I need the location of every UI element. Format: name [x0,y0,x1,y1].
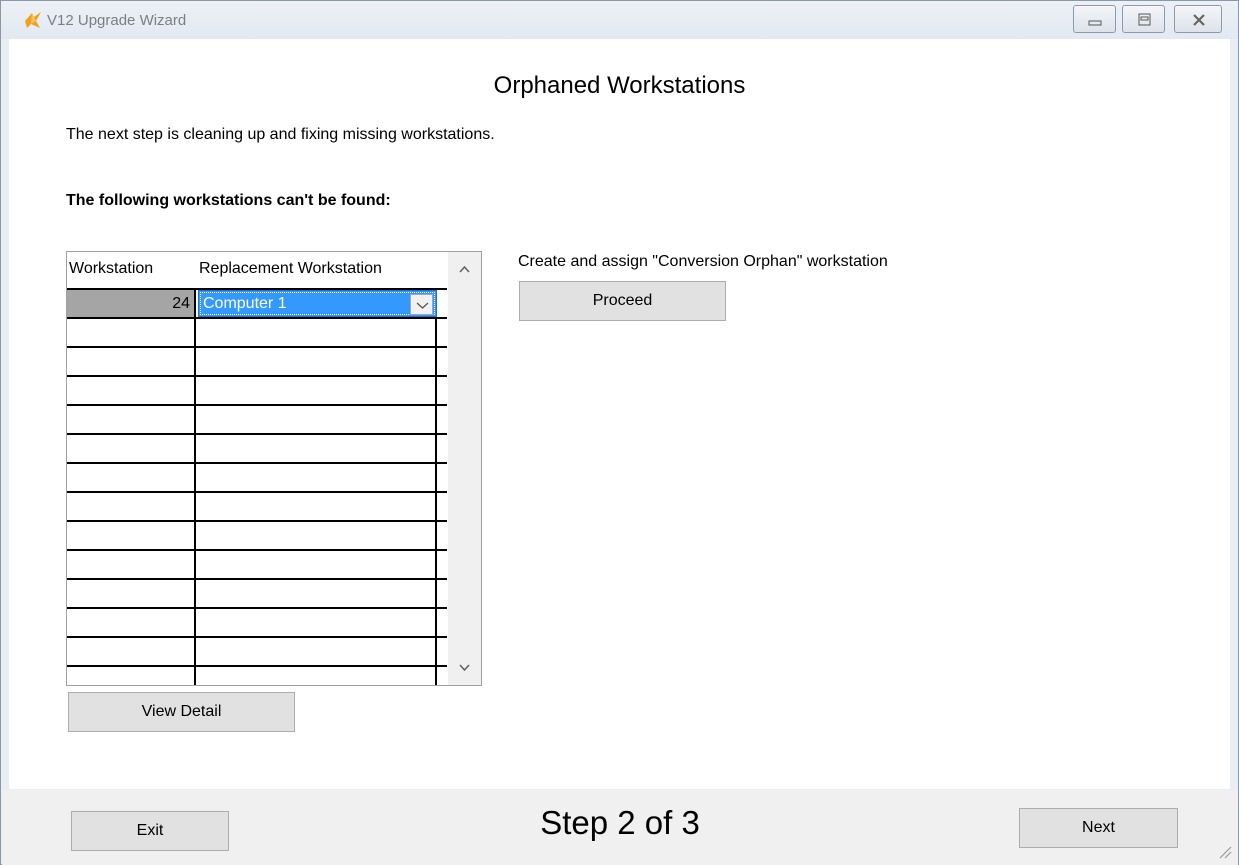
vertical-scrollbar[interactable] [448,252,481,685]
close-button[interactable] [1174,5,1222,33]
workstation-cell[interactable] [67,667,196,685]
workstation-cell[interactable] [67,435,196,462]
grid-header: Workstation Replacement Workstation [67,252,447,288]
table-row[interactable] [67,636,447,665]
minimize-button[interactable] [1073,5,1116,33]
view-detail-button[interactable]: View Detail [68,692,295,732]
workstation-cell[interactable] [67,406,196,433]
replacement-workstation-select[interactable]: Computer 1 [198,290,437,317]
column-header-workstation: Workstation [69,260,154,277]
replacement-cell[interactable] [198,464,437,491]
workstation-cell[interactable] [67,319,196,346]
replacement-cell[interactable] [198,580,437,607]
workstation-cell[interactable] [67,348,196,375]
table-row[interactable]: 24 Computer 1 [67,288,447,317]
table-row[interactable] [67,578,447,607]
scroll-down-button[interactable] [448,652,481,685]
maximize-button[interactable] [1122,5,1165,33]
workstation-cell[interactable] [67,551,196,578]
next-button[interactable]: Next [1019,808,1178,848]
workstation-cell[interactable] [67,493,196,520]
replacement-cell[interactable] [198,522,437,549]
replacement-cell[interactable] [198,348,437,375]
maximize-icon [1138,13,1151,26]
column-header-replacement: Replacement Workstation [199,260,382,277]
table-row[interactable] [67,404,447,433]
chevron-down-icon [416,302,429,309]
replacement-cell[interactable] [198,319,437,346]
proceed-button[interactable]: Proceed [519,281,726,321]
table-row[interactable] [67,665,447,685]
page-title: Orphaned Workstations [493,72,746,99]
replacement-cell[interactable] [198,638,437,665]
table-row[interactable] [67,375,447,404]
replacement-cell[interactable] [198,493,437,520]
table-row[interactable] [67,520,447,549]
title-bar[interactable]: V12 Upgrade Wizard [1,1,1238,39]
workstation-cell[interactable] [67,609,196,636]
table-row[interactable] [67,346,447,375]
chevron-up-icon [459,265,470,273]
table-row[interactable] [67,607,447,636]
replacement-cell[interactable] [198,377,437,404]
table-row[interactable] [67,491,447,520]
replacement-cell[interactable] [198,435,437,462]
table-row[interactable] [67,549,447,578]
replacement-cell[interactable] [198,551,437,578]
replacement-workstation-value: Computer 1 [203,295,287,312]
table-row[interactable] [67,433,447,462]
workstation-cell[interactable] [67,580,196,607]
exit-button[interactable]: Exit [71,811,229,851]
workstation-cell[interactable] [67,638,196,665]
table-row[interactable] [67,317,447,346]
intro-text: The next step is cleaning up and fixing … [66,126,495,143]
resize-grip-icon[interactable] [1214,841,1232,859]
workstation-cell[interactable] [67,377,196,404]
wizard-window: V12 Upgrade Wizard Orphaned Workstations… [0,0,1239,865]
missing-workstations-heading: The following workstations can't be foun… [66,192,391,209]
wizard-content: Orphaned Workstations The next step is c… [9,39,1230,789]
workstation-cell[interactable] [67,522,196,549]
scroll-up-button[interactable] [448,252,481,285]
close-icon [1193,14,1205,26]
chevron-down-icon [459,664,470,672]
window-title: V12 Upgrade Wizard [47,12,187,29]
table-row[interactable] [67,462,447,491]
wizard-footer: Step 2 of 3 Exit Next [2,790,1238,865]
minimize-icon [1088,20,1102,26]
orphaned-workstations-grid[interactable]: Workstation Replacement Workstation 24 C… [66,251,482,686]
dropdown-button[interactable] [410,294,433,315]
workstation-cell[interactable]: 24 [67,290,196,317]
conversion-orphan-label: Create and assign "Conversion Orphan" wo… [518,253,888,270]
workstation-cell[interactable] [67,464,196,491]
app-logo-icon [25,12,41,28]
replacement-cell[interactable] [198,609,437,636]
replacement-cell[interactable] [198,406,437,433]
replacement-cell[interactable] [198,667,437,685]
